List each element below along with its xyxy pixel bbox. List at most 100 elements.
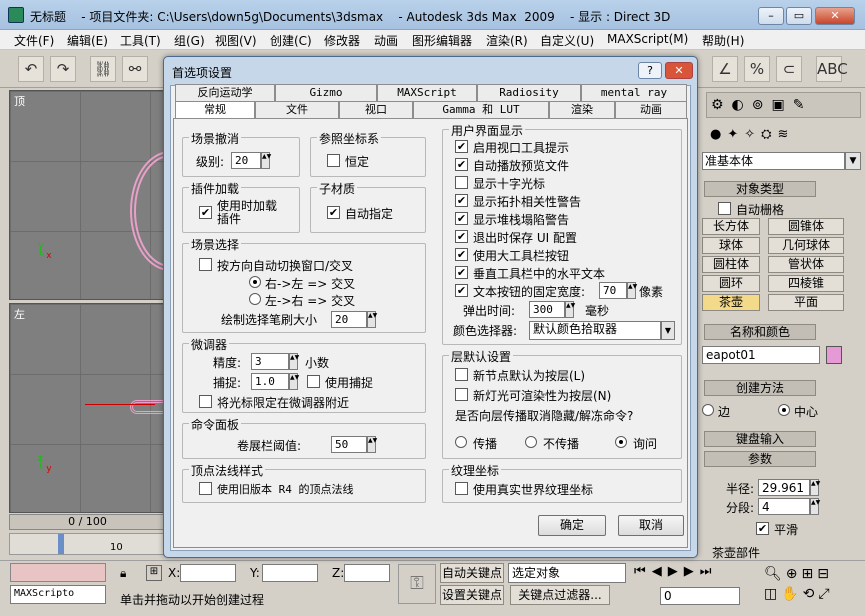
menu-tools[interactable]: 工具(T): [120, 32, 161, 49]
snap-input[interactable]: 1.0: [251, 373, 289, 390]
precision-input[interactable]: 3: [251, 353, 289, 370]
tab-ik[interactable]: 反向运动学: [175, 84, 275, 101]
large-toolbar-buttons-checkbox[interactable]: ✔: [455, 248, 468, 261]
set-key-button[interactable]: 设置关键点: [440, 585, 504, 605]
tab-gizmo[interactable]: Gizmo: [275, 84, 377, 101]
time-slider[interactable]: 0 / 100: [9, 514, 166, 530]
cone-button[interactable]: 圆锥体: [768, 218, 844, 235]
propagate-radio[interactable]: [455, 436, 467, 448]
lock-icon[interactable]: 🔒︎: [120, 566, 126, 581]
segments-input[interactable]: 4: [758, 498, 810, 515]
menu-group[interactable]: 组(G): [174, 32, 205, 49]
z-coord-input[interactable]: [344, 564, 390, 582]
sphere-button[interactable]: 球体: [702, 237, 760, 254]
horizontal-text-checkbox[interactable]: ✔: [455, 266, 468, 279]
undo-level-spinner[interactable]: ▲▼: [261, 152, 271, 169]
crosshair-cursor-checkbox[interactable]: [455, 176, 468, 189]
select-link-icon[interactable]: ⛓: [90, 56, 116, 82]
current-frame-input[interactable]: 0: [660, 587, 740, 605]
pyramid-button[interactable]: 四棱锥: [768, 275, 844, 292]
maxscript-mini-listener[interactable]: MAXScripto: [10, 585, 106, 604]
spinner-snap-icon[interactable]: ⊂: [776, 56, 802, 82]
precision-spinner[interactable]: ▲▼: [289, 353, 299, 370]
menu-customize[interactable]: 自定义(U): [540, 32, 594, 49]
undo-level-input[interactable]: 20: [231, 152, 261, 169]
rollout-name-color[interactable]: 名称和颜色: [704, 324, 816, 340]
stack-collapse-warning-checkbox[interactable]: ✔: [455, 212, 468, 225]
legacy-normals-checkbox[interactable]: [199, 482, 212, 495]
x-coord-input[interactable]: [180, 564, 236, 582]
maximize-button[interactable]: ▭: [786, 7, 812, 25]
segments-spinner[interactable]: ▲▼: [810, 498, 820, 515]
angle-snap-icon[interactable]: ∠: [712, 56, 738, 82]
brush-size-input[interactable]: 20: [331, 311, 367, 328]
fixed-width-checkbox[interactable]: ✔: [455, 284, 468, 297]
flyout-time-input[interactable]: 300: [529, 301, 565, 318]
chevron-down-icon[interactable]: ▼: [845, 152, 861, 170]
rollout-threshold-input[interactable]: 50: [331, 436, 367, 453]
tab-maxscript[interactable]: MAXScript: [377, 84, 477, 101]
tab-rendering[interactable]: 渲染: [549, 101, 615, 118]
object-name-input[interactable]: eapot01: [702, 346, 820, 364]
named-selection-icon[interactable]: ABC: [816, 56, 848, 82]
redo-icon[interactable]: ↷: [50, 56, 76, 82]
viewport-top[interactable]: 顶 y └ x: [9, 90, 210, 300]
tab-viewports[interactable]: 视口: [339, 101, 413, 118]
rollout-object-type[interactable]: 对象类型: [704, 181, 816, 197]
selection-set-select[interactable]: 选定对象: [508, 563, 626, 583]
menu-help[interactable]: 帮助(H): [702, 32, 744, 49]
dialog-help-button[interactable]: ?: [638, 62, 662, 79]
fixed-width-input[interactable]: 70: [599, 282, 627, 299]
track-bar[interactable]: 10: [9, 533, 166, 555]
tab-general[interactable]: 常规: [175, 101, 255, 118]
geosphere-button[interactable]: 几何球体: [768, 237, 844, 254]
maxscript-listener-pink[interactable]: [10, 563, 106, 582]
cursor-limit-checkbox[interactable]: [199, 395, 212, 408]
smooth-checkbox[interactable]: ✔: [756, 522, 769, 535]
autoplay-preview-checkbox[interactable]: ✔: [455, 158, 468, 171]
new-node-bylayer-checkbox[interactable]: [455, 368, 468, 381]
menu-maxscript[interactable]: MAXScript(M): [607, 32, 688, 46]
tab-files[interactable]: 文件: [255, 101, 339, 118]
snap-spinner[interactable]: ▲▼: [289, 373, 299, 390]
undo-icon[interactable]: ↶: [18, 56, 44, 82]
cylinder-button[interactable]: 圆柱体: [702, 256, 760, 273]
menu-edit[interactable]: 编辑(E): [67, 32, 108, 49]
auto-grid-checkbox[interactable]: [718, 202, 731, 215]
rollout-parameters[interactable]: 参数: [704, 451, 816, 467]
tab-animation[interactable]: 动画: [615, 101, 687, 118]
auto-key-button[interactable]: 自动关键点: [440, 563, 504, 583]
tab-radiosity[interactable]: Radiosity: [477, 84, 581, 101]
menu-rendering[interactable]: 渲染(R): [486, 32, 528, 49]
topology-warning-checkbox[interactable]: ✔: [455, 194, 468, 207]
constant-checkbox[interactable]: [327, 154, 340, 167]
auto-window-crossing-checkbox[interactable]: [199, 258, 212, 271]
tube-button[interactable]: 管状体: [768, 256, 844, 273]
primitive-type-select[interactable]: 准基本体: [702, 152, 845, 170]
save-ui-on-exit-checkbox[interactable]: ✔: [455, 230, 468, 243]
percent-snap-icon[interactable]: %: [744, 56, 770, 82]
auto-assign-checkbox[interactable]: ✔: [327, 206, 340, 219]
playback-controls[interactable]: ⏮◀▶▶⏭: [634, 564, 760, 584]
ask-radio[interactable]: [615, 436, 627, 448]
viewport-left[interactable]: 左 z └ y: [9, 303, 190, 513]
teapot-button[interactable]: 茶壶: [702, 294, 760, 311]
menu-animation[interactable]: 动画: [374, 32, 398, 49]
cancel-button[interactable]: 取消: [618, 515, 684, 536]
viewport-nav-controls[interactable]: 🔍︎⊕⊞⊟ ◫✋⟲⤢: [764, 564, 860, 604]
menu-file[interactable]: 文件(F): [14, 32, 54, 49]
left-to-right-radio[interactable]: [249, 293, 261, 305]
right-to-left-radio[interactable]: [249, 276, 261, 288]
minimize-button[interactable]: –: [758, 7, 784, 25]
use-snap-checkbox[interactable]: [307, 375, 320, 388]
center-radio[interactable]: [778, 404, 790, 416]
menu-graph-editors[interactable]: 图形编辑器: [412, 32, 472, 49]
rollout-creation-method[interactable]: 创建方法: [704, 380, 816, 396]
tab-mental-ray[interactable]: mental ray: [581, 84, 687, 101]
chevron-down-icon[interactable]: ▼: [661, 321, 675, 340]
menu-modifiers[interactable]: 修改器: [324, 32, 360, 49]
real-world-coords-checkbox[interactable]: [455, 482, 468, 495]
color-picker-select[interactable]: 默认颜色拾取器: [529, 321, 661, 340]
rollout-keyboard-entry[interactable]: 键盘输入: [704, 431, 816, 447]
key-filters-button[interactable]: 关键点过滤器...: [510, 585, 610, 605]
